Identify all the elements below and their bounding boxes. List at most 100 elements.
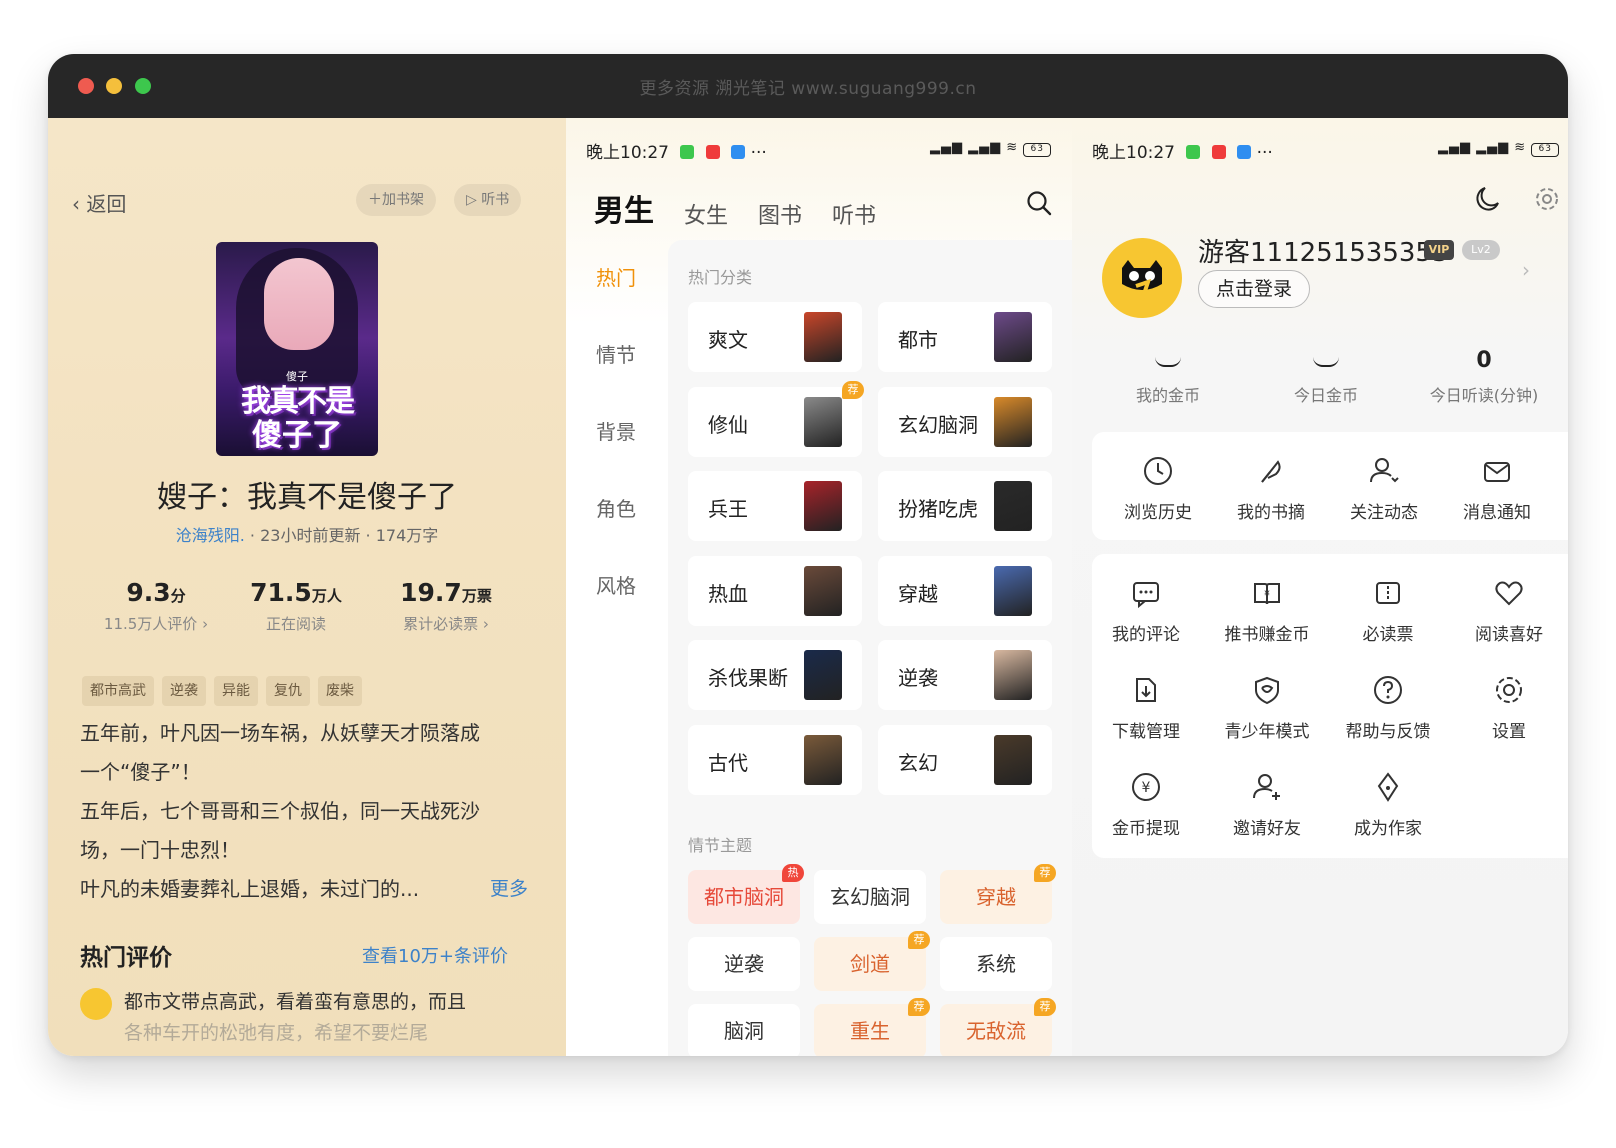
book-cover[interactable]: 傻子 我真不是 傻子了 xyxy=(216,242,378,456)
signal-icon: ▂▄▆ ▂▄▆ ≋ 63 xyxy=(1438,140,1560,157)
add-user-button[interactable]: 邀请好友 xyxy=(1207,770,1327,839)
back-button[interactable]: ‹ 返回 xyxy=(72,188,126,217)
theme-item[interactable]: 逆袭 xyxy=(688,937,800,991)
feather-button[interactable]: 我的书摘 xyxy=(1211,454,1331,523)
item-label: 邀请好友 xyxy=(1233,819,1301,839)
yen-button[interactable]: ¥ 金币提现 xyxy=(1086,770,1206,839)
notification-icon xyxy=(680,145,695,159)
category-item[interactable]: 爽文 xyxy=(688,302,862,372)
tag[interactable]: 逆袭 xyxy=(162,676,206,706)
category-item[interactable]: 杀伐果断 xyxy=(688,640,862,710)
side-item-style[interactable]: 风格 xyxy=(596,570,656,647)
category-item[interactable]: 都市 xyxy=(878,302,1052,372)
hot-reviews-heading: 热门评价 xyxy=(80,945,172,971)
book-meta: 沧海残阳. · 23小时前更新 · 174万字 xyxy=(175,526,439,545)
login-button[interactable]: 点击登录 xyxy=(1198,270,1310,308)
side-item-plot[interactable]: 情节 xyxy=(596,339,656,416)
help-button[interactable]: 帮助与反馈 xyxy=(1328,673,1448,742)
tag[interactable]: 废柴 xyxy=(318,676,362,706)
category-label: 玄幻脑洞 xyxy=(898,412,978,437)
book-thumbnail xyxy=(804,481,842,531)
notification-icon xyxy=(1186,145,1201,159)
side-item-hot[interactable]: 热门 xyxy=(596,262,656,339)
rating-stat[interactable]: 9.3分 11.5万人评价 › xyxy=(76,578,236,634)
item-label: 关注动态 xyxy=(1350,503,1418,523)
add-user-icon xyxy=(1250,770,1284,804)
feather-icon xyxy=(1254,454,1288,488)
category-item[interactable]: 热血 xyxy=(688,555,862,626)
tag[interactable]: 异能 xyxy=(214,676,258,706)
category-item[interactable]: 兵王 xyxy=(688,471,862,541)
add-shelf-button[interactable]: ＋加书架 xyxy=(356,184,436,216)
book-title: 嫂子：我真不是傻子了 xyxy=(157,480,457,515)
category-item[interactable]: 玄幻脑洞 xyxy=(878,386,1052,457)
listen-button[interactable]: ▷ 听书 xyxy=(454,184,522,216)
category-item[interactable]: 逆袭 xyxy=(878,640,1052,710)
category-item[interactable]: 穿越 xyxy=(878,555,1052,626)
author-link[interactable]: 沧海残阳. xyxy=(176,526,245,545)
tab-male[interactable]: 男生 xyxy=(594,186,654,230)
votes-stat[interactable]: 19.7万票 累计必读票 › xyxy=(366,578,526,634)
today-coin-stat[interactable]: 今日金币 xyxy=(1246,348,1406,406)
user-heart-icon xyxy=(1367,454,1401,488)
pen-icon xyxy=(1371,770,1405,804)
theme-item[interactable]: 系统 xyxy=(940,937,1052,991)
side-nav: 热门 情节 背景 角色 风格 xyxy=(596,262,656,647)
svg-text:¥: ¥ xyxy=(1264,590,1270,600)
ticket-button[interactable]: 必读票 xyxy=(1328,576,1448,645)
book-thumbnail xyxy=(994,650,1032,700)
clock-button[interactable]: 浏览历史 xyxy=(1098,454,1218,523)
heart-button[interactable]: 阅读喜好 xyxy=(1449,576,1568,645)
item-label: 消息通知 xyxy=(1463,503,1531,523)
item-label: 帮助与反馈 xyxy=(1345,722,1431,742)
pen-button[interactable]: 成为作家 xyxy=(1328,770,1448,839)
book-detail-panel: ‹ 返回 ＋加书架 ▷ 听书 傻子 我真不是 傻子了 嫂子：我真不是傻子了 沧海… xyxy=(48,118,566,1056)
tag[interactable]: 都市高武 xyxy=(82,676,154,706)
status-bar: 晚上10:27 ··· xyxy=(1092,143,1273,163)
gear-button[interactable]: 设置 xyxy=(1449,673,1568,742)
app-window: 更多资源 溯光笔记 www.suguang999.cn ‹ 返回 ＋加书架 ▷ … xyxy=(48,54,1568,1056)
tab-female[interactable]: 女生 xyxy=(684,198,728,230)
category-item[interactable]: 玄幻 xyxy=(878,724,1052,795)
mail-icon xyxy=(1480,454,1514,488)
category-label: 玄幻 xyxy=(898,750,938,775)
shield-button[interactable]: 青少年模式 xyxy=(1207,673,1327,742)
moon-icon[interactable] xyxy=(1472,184,1502,214)
side-item-background[interactable]: 背景 xyxy=(596,416,656,493)
battery-icon: 63 xyxy=(1531,143,1560,157)
coin-stat[interactable]: 我的金币 xyxy=(1088,348,1248,406)
category-item[interactable]: 古代 xyxy=(688,724,862,795)
title-bar: 更多资源 溯光笔记 www.suguang999.cn xyxy=(48,54,1568,118)
hot-badge: 热 xyxy=(782,864,804,882)
theme-item[interactable]: 玄幻脑洞 xyxy=(814,870,926,924)
book-thumbnail xyxy=(804,734,842,785)
battery-icon: 63 xyxy=(1023,143,1052,157)
avatar[interactable] xyxy=(1102,238,1182,318)
more-link[interactable]: 更多 xyxy=(490,870,528,909)
download-button[interactable]: 下载管理 xyxy=(1086,673,1206,742)
book-coin-icon: ¥ xyxy=(1250,576,1284,610)
view-reviews-link[interactable]: 查看10万+条评价 xyxy=(362,942,508,968)
chevron-right-icon[interactable]: › xyxy=(1522,258,1530,282)
comment-button[interactable]: 我的评论 xyxy=(1086,576,1206,645)
mail-button[interactable]: 消息通知 xyxy=(1437,454,1557,523)
tag[interactable]: 复仇 xyxy=(266,676,310,706)
user-heart-button[interactable]: 关注动态 xyxy=(1324,454,1444,523)
window-title: 更多资源 溯光笔记 www.suguang999.cn xyxy=(639,79,977,99)
category-label: 古代 xyxy=(708,750,748,775)
item-label: 下载管理 xyxy=(1112,722,1180,742)
book-coin-button[interactable]: ¥ 推书赚金币 xyxy=(1207,576,1327,645)
gear-icon[interactable] xyxy=(1532,184,1562,214)
item-label: 我的书摘 xyxy=(1237,503,1305,523)
listen-time-stat[interactable]: 0 今日听读(分钟) xyxy=(1404,348,1564,406)
theme-item[interactable]: 脑洞 xyxy=(688,1004,800,1056)
category-item[interactable]: 扮猪吃虎 xyxy=(878,471,1052,541)
category-item[interactable]: 修仙 荐 xyxy=(688,380,864,457)
play-icon: ▷ xyxy=(466,192,482,208)
review-text-faded: 各种车开的松弛有度，希望不要烂尾 xyxy=(124,1022,429,1044)
tab-audio[interactable]: 听书 xyxy=(832,198,876,230)
side-item-role[interactable]: 角色 xyxy=(596,493,656,570)
category-label: 热血 xyxy=(708,581,748,606)
search-icon[interactable] xyxy=(1026,190,1052,216)
tab-books[interactable]: 图书 xyxy=(758,198,802,230)
